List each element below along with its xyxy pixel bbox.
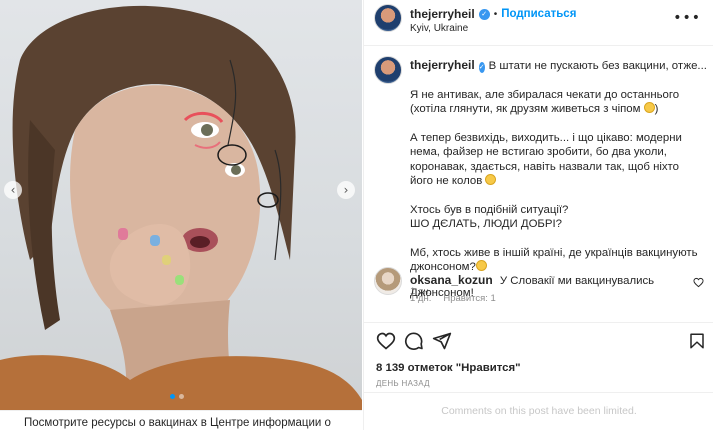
banner-text: Посмотрите ресурсы о вакцинах в Центре и… — [24, 417, 331, 429]
post-photo[interactable]: ‹ › — [0, 0, 362, 410]
caption-username[interactable]: thejerryheil — [410, 58, 475, 73]
vaccine-info-banner[interactable]: Посмотрите ресурсы о вакцинах в Центре и… — [0, 410, 362, 430]
author-username[interactable]: thejerryheil — [410, 7, 475, 21]
like-heart-icon[interactable] — [376, 331, 396, 351]
caption-avatar[interactable] — [374, 56, 402, 84]
caption-paragraph: Я не антивак, але збиралася чекати до ос… — [410, 88, 700, 117]
verified-badge-icon: ✓ — [478, 8, 490, 20]
grinning-emoji-icon — [485, 174, 497, 185]
heart-icon[interactable] — [693, 277, 704, 288]
caption-text: А тепер безвихідь, виходить... і що ціка… — [410, 131, 682, 188]
caption-paren: ) — [654, 103, 659, 115]
more-options-icon[interactable]: ••• — [673, 10, 701, 26]
caption-first-line: В штати не пускають без вакцини, отже... — [488, 60, 707, 72]
comment-time: 1 дн. — [410, 293, 432, 304]
verified-badge-icon: ✓ — [478, 61, 485, 73]
comment-likes[interactable]: Нравится: 1 — [443, 293, 495, 304]
avatar[interactable] — [374, 4, 402, 32]
commenter-avatar[interactable] — [374, 267, 402, 295]
post-header: thejerryheil ✓ • Подписаться Kyiv, Ukrai… — [364, 0, 713, 46]
separator-dot: • — [493, 8, 498, 20]
previous-image-button[interactable]: ‹ — [4, 181, 22, 199]
caption-paragraph: А тепер безвихідь, виходить... і що ціка… — [410, 131, 700, 189]
comment-item: oksana_kozun У Словакії ми вакцинувались… — [364, 265, 713, 315]
next-image-button[interactable]: › — [337, 181, 355, 199]
location-link[interactable]: Kyiv, Ukraine — [410, 23, 468, 34]
chevron-right-icon: › — [343, 183, 349, 197]
post-details-pane: thejerryheil ✓ • Подписаться Kyiv, Ukrai… — [363, 0, 713, 430]
comments-limited-notice: Comments on this post have been limited. — [364, 392, 713, 430]
likes-count[interactable]: 8 139 отметок "Нравится" — [376, 362, 521, 374]
caption-text: Хтось був в подібній ситуації? ШО ДЄЛАТЬ… — [410, 203, 569, 231]
share-paper-plane-icon[interactable] — [432, 331, 452, 351]
carousel-dot-active — [170, 394, 175, 399]
comment-bubble-icon[interactable] — [404, 331, 424, 351]
post-date: ДЕНЬ НАЗАД — [376, 379, 430, 388]
carousel-indicator — [170, 394, 184, 399]
action-bar — [364, 322, 713, 362]
caption-text: Я не антивак, але збиралася чекати до ос… — [410, 88, 680, 116]
portrait-illustration — [0, 5, 362, 410]
chevron-left-icon: ‹ — [10, 183, 16, 197]
save-bookmark-icon[interactable] — [688, 331, 706, 351]
grinning-emoji-icon — [643, 102, 655, 113]
carousel-dot — [179, 394, 184, 399]
follow-button[interactable]: Подписаться — [501, 8, 576, 20]
commenter-username[interactable]: oksana_kozun — [410, 273, 493, 287]
caption-paragraph: Хтось був в подібній ситуації? ШО ДЄЛАТЬ… — [410, 203, 700, 232]
